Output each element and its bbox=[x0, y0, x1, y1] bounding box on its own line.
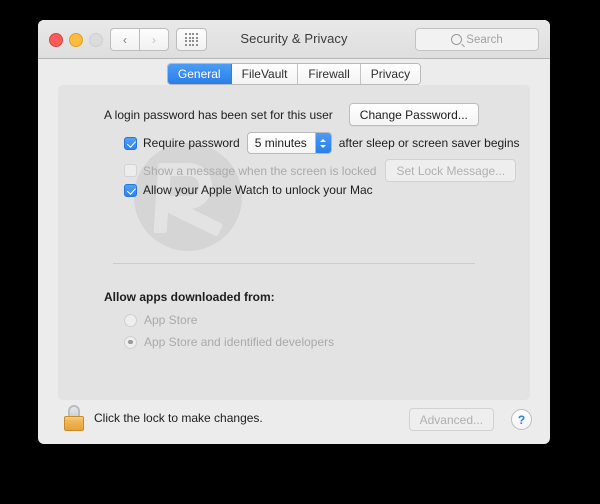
chevron-updown-icon bbox=[314, 133, 331, 153]
allow-apps-option-app-store: App Store bbox=[124, 313, 197, 327]
change-password-button[interactable]: Change Password... bbox=[348, 103, 479, 126]
section-divider bbox=[113, 263, 475, 264]
require-password-checkbox[interactable] bbox=[124, 136, 137, 150]
require-password-row: Require password 5 minutes after sleep o… bbox=[124, 132, 520, 154]
app-store-identified-developers-radio bbox=[124, 335, 137, 349]
allow-apps-option-identified-developers: App Store and identified developers bbox=[124, 335, 334, 349]
window-titlebar: ‹ › Security & Privacy Search bbox=[38, 20, 550, 59]
app-store-radio bbox=[124, 313, 137, 327]
help-button[interactable]: ? bbox=[511, 409, 532, 430]
search-icon bbox=[451, 34, 463, 45]
allow-apps-heading-row: Allow apps downloaded from: bbox=[104, 290, 275, 304]
app-store-label: App Store bbox=[144, 313, 198, 327]
tab-bar: General FileVault Firewall Privacy bbox=[38, 63, 550, 85]
require-password-label: Require password bbox=[143, 136, 240, 150]
app-store-identified-developers-label: App Store and identified developers bbox=[144, 335, 335, 349]
security-privacy-window: ‹ › Security & Privacy Search General Fi… bbox=[38, 20, 550, 444]
window-bottom-bar: Click the lock to make changes. Advanced… bbox=[38, 400, 550, 444]
lock-closed-icon[interactable] bbox=[64, 405, 84, 431]
advanced-button: Advanced... bbox=[408, 408, 494, 431]
require-password-delay-value: 5 minutes bbox=[254, 136, 307, 150]
set-lock-message-button: Set Lock Message... bbox=[385, 159, 517, 182]
tab-firewall[interactable]: Firewall bbox=[298, 64, 361, 84]
show-message-checkbox bbox=[124, 164, 137, 177]
login-password-row: A login password has been set for this u… bbox=[104, 103, 479, 126]
show-message-label: Show a message when the screen is locked bbox=[143, 163, 377, 178]
allow-apps-heading: Allow apps downloaded from: bbox=[104, 290, 275, 304]
search-placeholder: Search bbox=[466, 33, 503, 46]
apple-watch-row: Allow your Apple Watch to unlock your Ma… bbox=[124, 183, 373, 197]
apple-watch-checkbox[interactable] bbox=[124, 183, 137, 197]
require-password-suffix-label: after sleep or screen saver begins bbox=[338, 136, 520, 150]
search-field[interactable]: Search bbox=[415, 28, 539, 51]
tab-general[interactable]: General bbox=[167, 64, 232, 84]
screen: ‹ › Security & Privacy Search General Fi… bbox=[0, 0, 600, 504]
lock-hint-label: Click the lock to make changes. bbox=[94, 411, 263, 425]
general-panel: A login password has been set for this u… bbox=[58, 85, 530, 400]
show-message-row: Show a message when the screen is locked… bbox=[124, 159, 517, 182]
tab-privacy[interactable]: Privacy bbox=[360, 64, 421, 84]
require-password-delay-popup[interactable]: 5 minutes bbox=[246, 132, 332, 154]
tab-filevault[interactable]: FileVault bbox=[231, 64, 299, 84]
apple-watch-label: Allow your Apple Watch to unlock your Ma… bbox=[143, 183, 373, 197]
login-password-label: A login password has been set for this u… bbox=[104, 107, 333, 122]
